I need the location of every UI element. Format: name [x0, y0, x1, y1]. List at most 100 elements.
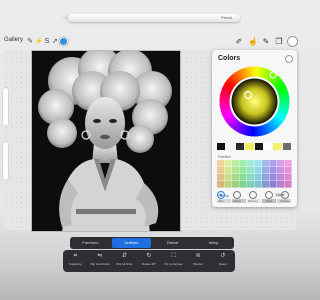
palette-grid-swatch[interactable]: [284, 167, 292, 174]
palette-grid-swatch[interactable]: [232, 167, 240, 174]
tab-label: Harmony: [247, 200, 259, 203]
action-label: Snapping: [68, 262, 82, 266]
palette-grid-swatch[interactable]: [217, 167, 225, 174]
mode-freeform-button[interactable]: Freeform: [71, 238, 110, 248]
rotate-45--button[interactable]: ↻ Rotate 45°: [139, 252, 159, 267]
tab-disc[interactable]: Disc: [214, 191, 228, 203]
palette-grid-swatch[interactable]: [269, 181, 277, 188]
palette-grid-swatch[interactable]: [254, 181, 262, 188]
palette-grid-swatch[interactable]: [254, 174, 262, 181]
palette-grid-swatch[interactable]: [239, 174, 247, 181]
classic-icon: [233, 191, 241, 199]
bicubic-button[interactable]: ≋ Bicubic: [188, 252, 208, 267]
palette-grid-swatch[interactable]: [262, 174, 270, 181]
palette-swatch[interactable]: [226, 143, 236, 150]
palette-grid-swatch[interactable]: [254, 160, 262, 167]
flip-horizontal-button[interactable]: ⇋ Flip Horizontal: [90, 252, 110, 267]
palette-grid-swatch[interactable]: [269, 174, 277, 181]
pencil-brand-label: Pencil: [221, 15, 232, 20]
palette-grid-swatch[interactable]: [277, 174, 285, 181]
palette-grid-swatch[interactable]: [262, 160, 270, 167]
palette-grid-swatch[interactable]: [224, 160, 232, 167]
palette-swatch[interactable]: [245, 143, 255, 150]
palette-grid-swatch[interactable]: [254, 167, 262, 174]
tab-classic[interactable]: Classic: [230, 191, 244, 203]
palette-grid-swatch[interactable]: [269, 160, 277, 167]
palette-grid-swatch[interactable]: [284, 160, 292, 167]
tab-label: Palettes: [280, 200, 290, 203]
rotate-45--icon: ↻: [146, 253, 152, 259]
fit-to-canvas-icon: ⛶: [171, 253, 176, 259]
palette-grid-swatch[interactable]: [284, 181, 292, 188]
palette-swatch[interactable]: [235, 143, 246, 150]
eraser-icon[interactable]: ✎: [260, 36, 272, 48]
action-label: Flip Vertical: [116, 262, 133, 266]
action-label: Rotate 45°: [141, 262, 157, 266]
palette-grid-swatch[interactable]: [217, 174, 225, 181]
tab-label: Value: [265, 200, 273, 203]
palette-swatch[interactable]: [282, 143, 292, 150]
tab-palettes[interactable]: Palettes: [278, 191, 292, 203]
palette-grid-swatch[interactable]: [239, 167, 247, 174]
palette-grid-swatch[interactable]: [247, 160, 255, 167]
palette-grid-swatch[interactable]: [224, 174, 232, 181]
brush-size-slider[interactable]: [3, 88, 8, 126]
palette-grid-swatch[interactable]: [232, 174, 240, 181]
flip-vertical-button[interactable]: ⇵ Flip Vertical: [114, 252, 134, 267]
apple-pencil: Pencil: [62, 14, 240, 22]
palette-grid-swatch[interactable]: [224, 181, 232, 188]
color-disc[interactable]: [218, 65, 291, 138]
top-toolbar: Gallery ✎ ⚡ S ➚ ✐ ☝ ✎ ❐: [0, 34, 300, 50]
palette-grid-swatch[interactable]: [224, 167, 232, 174]
color-picker-button[interactable]: [287, 36, 298, 47]
action-label: Fit to Canvas: [164, 262, 183, 266]
snapping-button[interactable]: ⌗ Snapping: [65, 252, 85, 267]
palette-grid-swatch[interactable]: [247, 167, 255, 174]
artwork-image[interactable]: [31, 50, 181, 232]
flip-vertical-icon: ⇵: [121, 253, 127, 259]
tab-label: Disc: [218, 200, 224, 203]
tab-harmony[interactable]: Harmony: [246, 191, 260, 203]
colors-panel-title: Colors: [218, 55, 241, 62]
mode-distort-button[interactable]: Distort: [153, 238, 192, 248]
brush-icon[interactable]: ✐: [233, 36, 245, 48]
procreate-workspace: Pencil Gallery ✎ ⚡ S ➚ ✐ ☝ ✎ ❐ Colors Pa…: [0, 0, 300, 300]
palette-grid-swatch[interactable]: [277, 160, 285, 167]
gallery-button[interactable]: Gallery: [4, 37, 23, 43]
action-label: Flip Horizontal: [90, 262, 110, 266]
default-palette-row: [217, 143, 292, 150]
palette-swatch[interactable]: [263, 143, 274, 150]
palette-grid-swatch[interactable]: [232, 160, 240, 167]
value-icon: [265, 191, 273, 199]
palette-grid-swatch[interactable]: [239, 160, 247, 167]
disc-icon: [217, 191, 225, 199]
harmony-icon: [249, 191, 257, 199]
palette-grid-swatch[interactable]: [239, 181, 247, 188]
tab-value[interactable]: Value: [262, 191, 276, 203]
palette-swatch[interactable]: [217, 143, 227, 150]
palette-color-grid[interactable]: [217, 160, 292, 188]
smudge-icon[interactable]: ☝: [247, 36, 259, 48]
palette-grid-swatch[interactable]: [232, 181, 240, 188]
reset-button[interactable]: ↺ Reset: [213, 252, 233, 267]
fit-to-canvas-button[interactable]: ⛶ Fit to Canvas: [164, 252, 184, 267]
transform-active-icon[interactable]: [59, 37, 68, 46]
palette-grid-swatch[interactable]: [269, 167, 277, 174]
palette-grid-swatch[interactable]: [262, 167, 270, 174]
palette-grid-swatch[interactable]: [217, 181, 225, 188]
current-color-swatch[interactable]: [285, 55, 293, 63]
palette-grid-swatch[interactable]: [262, 181, 270, 188]
palette-swatch[interactable]: [273, 143, 283, 150]
palette-grid-swatch[interactable]: [277, 181, 285, 188]
palette-grid-swatch[interactable]: [217, 160, 225, 167]
layers-icon[interactable]: ❐: [273, 36, 285, 48]
mode-uniform-button[interactable]: Uniform: [112, 238, 151, 248]
palette-grid-swatch[interactable]: [247, 174, 255, 181]
palette-swatch[interactable]: [254, 143, 264, 150]
palettes-label: Palettes: [218, 155, 231, 159]
palette-grid-swatch[interactable]: [247, 181, 255, 188]
mode-warp-button[interactable]: Warp: [194, 238, 233, 248]
palette-grid-swatch[interactable]: [277, 167, 285, 174]
palette-grid-swatch[interactable]: [284, 174, 292, 181]
brush-opacity-slider[interactable]: [3, 142, 8, 180]
